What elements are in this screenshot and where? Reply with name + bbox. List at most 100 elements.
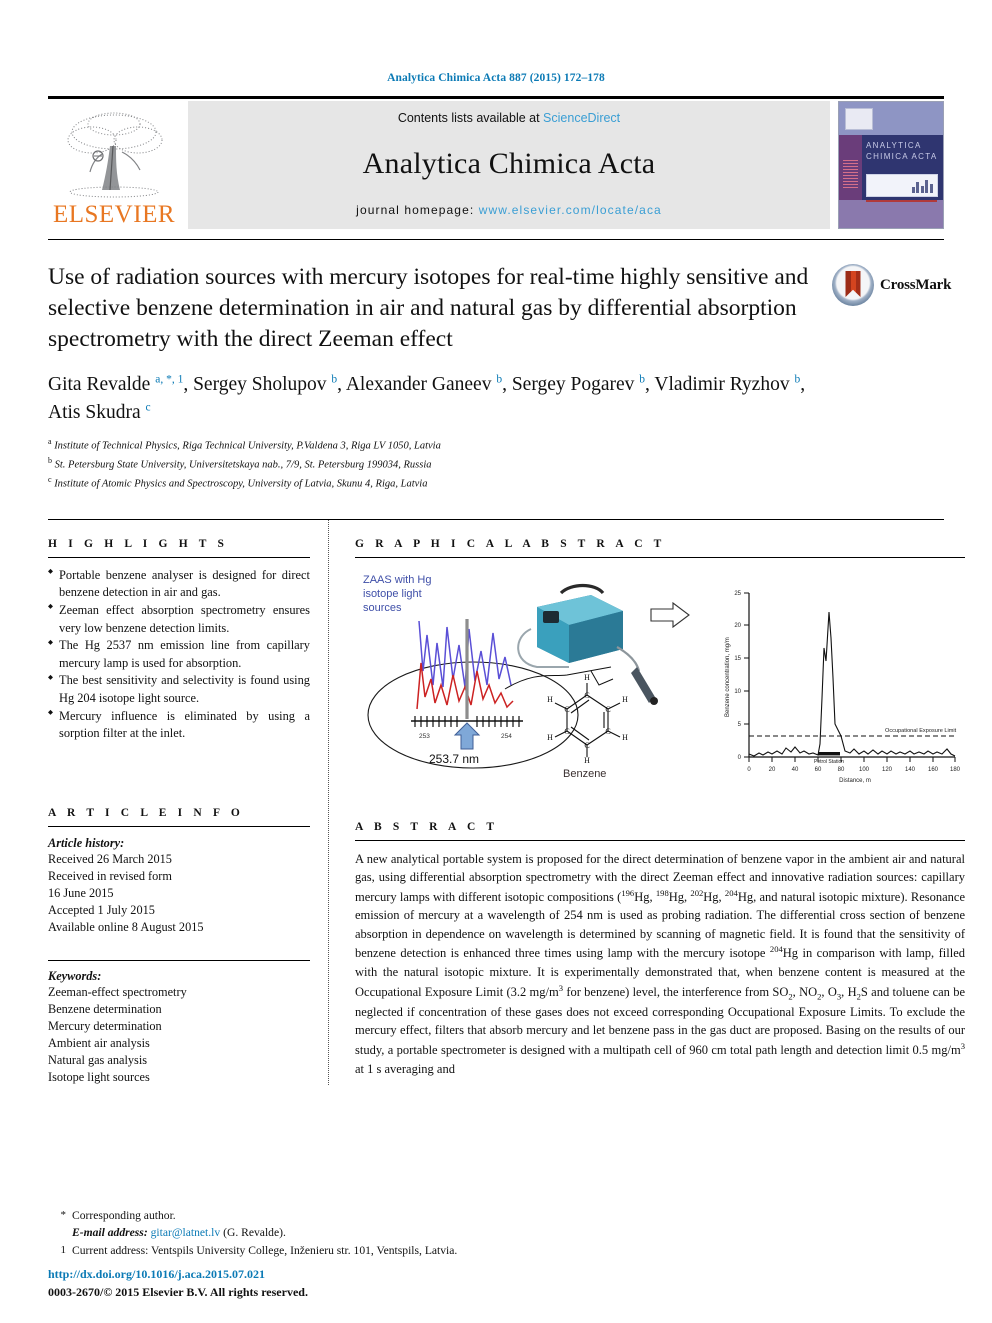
email-link[interactable]: gitar@latnet.lv [151,1226,221,1239]
title-block: Use of radiation sources with mercury is… [48,239,951,493]
running-head: Analytica Chimica Acta 887 (2015) 172–17… [387,72,605,84]
svg-text:20: 20 [734,623,741,629]
abstract-rule [355,839,965,841]
svg-text:0: 0 [747,767,751,773]
cover-figure-bars [911,178,933,194]
doi-link[interactable]: http://dx.doi.org/10.1016/j.aca.2015.07.… [48,1265,308,1283]
article-history-line: Received 26 March 2015 [48,851,172,866]
elsevier-tree-icon [58,110,170,202]
chart-ylabel: Benzene concentration, mg/m [725,637,731,717]
svg-text:25: 25 [734,591,741,597]
copyright-line: 0003-2670/© 2015 Elsevier B.V. All right… [48,1285,308,1299]
footnote-text: Corresponding author. [72,1208,176,1222]
journal-title: Analytica Chimica Acta [362,147,656,180]
elsevier-wordmark: ELSEVIER [52,201,176,228]
svg-text:C: C [584,741,589,750]
content-columns: H I G H L I G H T S Portable benzene ana… [48,518,965,1086]
cover-journal-title: ANALYTICA CHIMICA ACTA [866,141,938,161]
affiliation-text: Institute of Technical Physics, Riga Tec… [54,440,441,452]
svg-text:H: H [584,756,590,765]
svg-text:H: H [547,695,553,704]
footnotes: * Corresponding author. E-mail address: … [48,1207,608,1259]
svg-text:160: 160 [928,767,939,773]
contents-available-line: Contents lists available at ScienceDirec… [398,111,620,125]
keyword-item: Zeeman-effect spectrometry [48,984,187,999]
highlights-heading: H I G H L I G H T S [48,537,229,550]
keywords-rule [48,959,310,961]
article-info-heading: A R T I C L E I N F O [48,806,244,819]
graphical-abstract-figure: ZAAS with Hg isotope light sources 253 2… [355,567,965,795]
svg-text:0: 0 [738,755,742,761]
journal-band: Contents lists available at ScienceDirec… [188,101,830,229]
affiliation-mark: b [48,456,52,466]
graphical-abstract-heading: G R A P H I C A L A B S T R A C T [355,537,666,550]
email-label: E-mail address: [72,1226,148,1240]
list-item: The Hg 2537 nm emission line from capill… [48,637,310,672]
abstract-heading: A B S T R A C T [355,820,499,833]
email-owner: (G. Revalde). [223,1226,286,1240]
svg-text:C: C [564,727,569,736]
footnote-email-line: E-mail address: gitar@latnet.lv (G. Reva… [72,1224,286,1241]
wavelength-arrow-icon [453,722,481,750]
journal-cover-thumbnail: ANALYTICA CHIMICA ACTA [838,101,944,229]
abstract-text: A new analytical portable system is prop… [355,851,966,1076]
portable-analyser-device [517,583,658,705]
page-title: Use of radiation sources with mercury is… [48,264,809,353]
article-history-line: Available online 8 August 2015 [48,919,204,934]
journal-homepage-line: journal homepage: www.elsevier.com/locat… [356,203,662,217]
svg-text:180: 180 [950,767,961,773]
cover-text-lines [843,159,858,188]
wavelength-label: 253.7 nm [429,752,479,766]
footnote-email: E-mail address: gitar@latnet.lv (G. Reva… [48,1224,608,1241]
contents-prefix: Contents lists available at [397,111,544,125]
keyword-item: Mercury determination [48,1018,162,1033]
cover-red-caption [866,200,937,213]
keyword-item: Natural gas analysis [48,1052,148,1067]
svg-text:100: 100 [859,767,870,773]
elsevier-logo: ELSEVIER [48,101,180,229]
crossmark-label: CrossMark [880,276,952,293]
keyword-item: Isotope light sources [48,1069,150,1084]
right-column: G R A P H I C A L A B S T R A C T ZAAS w… [329,520,965,1086]
svg-text:60: 60 [815,767,822,773]
crossmark-ribbon-icon [845,271,861,297]
sciencedirect-link[interactable]: ScienceDirect [543,111,620,125]
spectrum-tick-right: 254 [501,733,512,740]
journal-homepage-link[interactable]: www.elsevier.com/locate/aca [479,203,662,217]
footnote-current-address: 1 Current address: Ventspils University … [48,1242,608,1259]
footer-identifiers: http://dx.doi.org/10.1016/j.aca.2015.07.… [48,1265,308,1301]
spectrum-tick-left: 253 [419,733,430,740]
svg-text:10: 10 [734,689,741,695]
svg-text:H: H [584,673,590,682]
affiliation-item: a Institute of Technical Physics, Riga T… [48,436,944,455]
svg-text:H: H [622,733,628,742]
keyword-item: Ambient air analysis [48,1035,150,1050]
article-history-line: Accepted 1 July 2015 [48,902,155,917]
oel-annotation: Occupational Exposure Limit [885,728,957,734]
svg-text:C: C [605,705,610,714]
footnote-text: Current address: Ventspils University Co… [72,1243,458,1257]
svg-text:20: 20 [769,767,776,773]
article-info-rule [48,825,310,827]
chart-xlabel: Distance, m [839,778,871,784]
cover-figure [866,173,938,198]
crossmark-badge[interactable]: CrossMark [832,262,951,308]
highlights-list: Portable benzene analyser is designed fo… [48,567,310,743]
svg-text:H: H [547,733,553,742]
keywords-label: Keywords: [48,968,102,983]
keyword-item: Benzene determination [48,1001,162,1016]
affiliation-text: St. Petersburg State University, Univers… [54,459,432,471]
svg-text:80: 80 [838,767,845,773]
footnote-spacer [48,1224,72,1241]
article-first-page: Analytica Chimica Acta 887 (2015) 172–17… [0,0,992,1323]
flow-arrow-icon [650,601,690,628]
footnote-number: 1 [60,1243,67,1256]
graphical-abstract-rule [355,556,965,558]
highlights-rule [48,556,310,558]
list-item: The best sensitivity and selectivity is … [48,672,310,707]
svg-text:15: 15 [734,656,741,662]
homepage-prefix: journal homepage: [356,203,479,217]
graphical-abstract-graphic: 253 254 253.7 nm CCC CCC HHH HHH Benzene… [367,583,961,784]
footnote-asterisk: * [60,1208,67,1221]
author-list: Gita Revalde a, *, 1, Sergey Sholupov b,… [48,373,806,423]
